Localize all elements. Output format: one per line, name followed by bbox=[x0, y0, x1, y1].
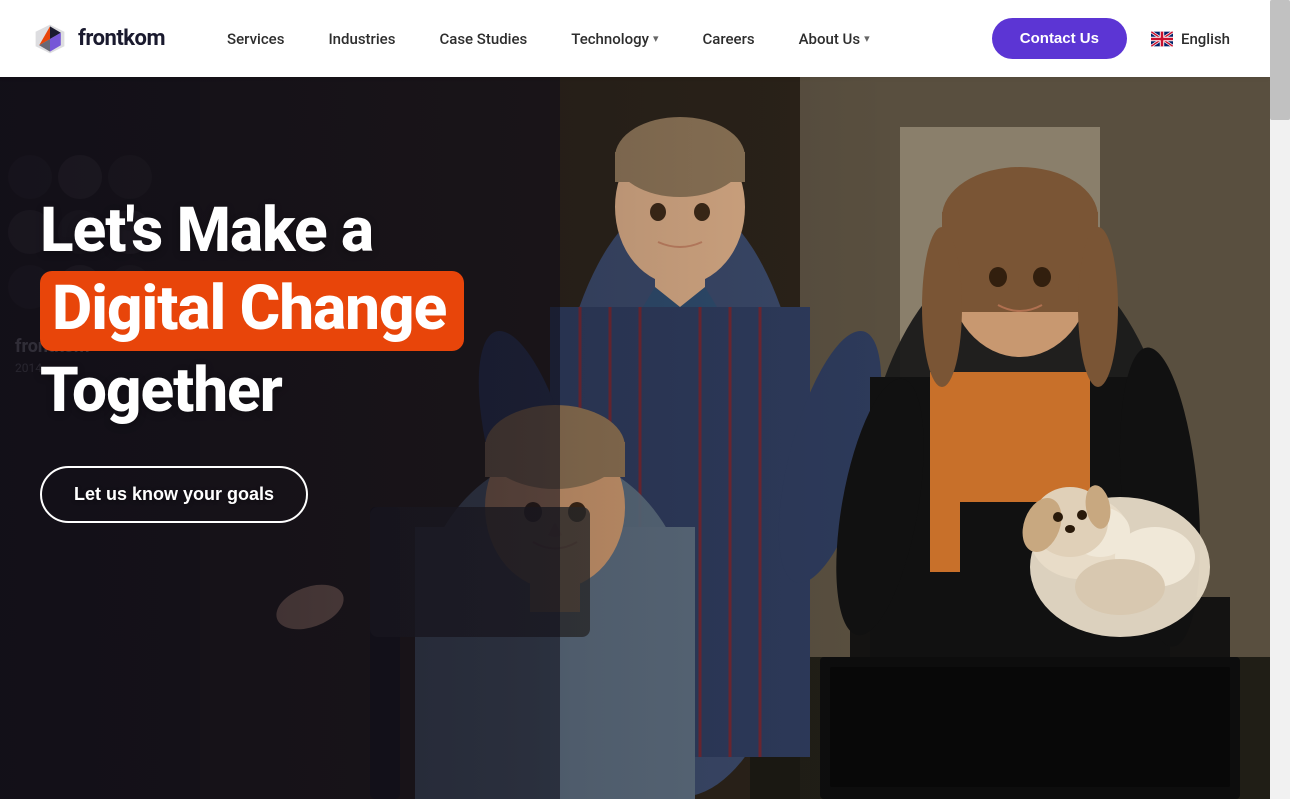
about-chevron-icon: ▾ bbox=[864, 32, 870, 45]
nav-link-industries[interactable]: Industries bbox=[306, 0, 417, 77]
hero-title-line1: Let's Make a bbox=[40, 197, 464, 265]
nav-links: Services Industries Case Studies Technol… bbox=[205, 0, 992, 77]
hero-content: Let's Make a Digital Change Together Let… bbox=[40, 197, 464, 523]
navbar: frontkom Services Industries Case Studie… bbox=[0, 0, 1270, 77]
nav-link-case-studies[interactable]: Case Studies bbox=[417, 0, 549, 77]
nav-link-about-us[interactable]: About Us ▾ bbox=[777, 0, 892, 77]
hero-cta-button[interactable]: Let us know your goals bbox=[40, 466, 308, 523]
nav-right: Contact Us English bbox=[992, 18, 1238, 59]
nav-link-technology[interactable]: Technology ▾ bbox=[549, 0, 680, 77]
logo[interactable]: frontkom bbox=[32, 21, 165, 57]
hero-title-line3: Together bbox=[40, 357, 464, 425]
nav-link-careers[interactable]: Careers bbox=[680, 0, 776, 77]
contact-us-button[interactable]: Contact Us bbox=[992, 18, 1127, 59]
technology-chevron-icon: ▾ bbox=[653, 32, 659, 45]
logo-icon bbox=[32, 21, 68, 57]
language-label: English bbox=[1181, 30, 1230, 48]
hero-title-highlight: Digital Change bbox=[40, 271, 464, 351]
flag-uk-icon bbox=[1151, 31, 1173, 47]
logo-text: frontkom bbox=[78, 26, 165, 51]
language-selector[interactable]: English bbox=[1143, 30, 1238, 48]
scrollbar[interactable] bbox=[1270, 0, 1290, 799]
scrollbar-thumb[interactable] bbox=[1270, 0, 1290, 120]
hero-section: frontkom 2014 bbox=[0, 77, 1270, 799]
nav-link-services[interactable]: Services bbox=[205, 0, 306, 77]
